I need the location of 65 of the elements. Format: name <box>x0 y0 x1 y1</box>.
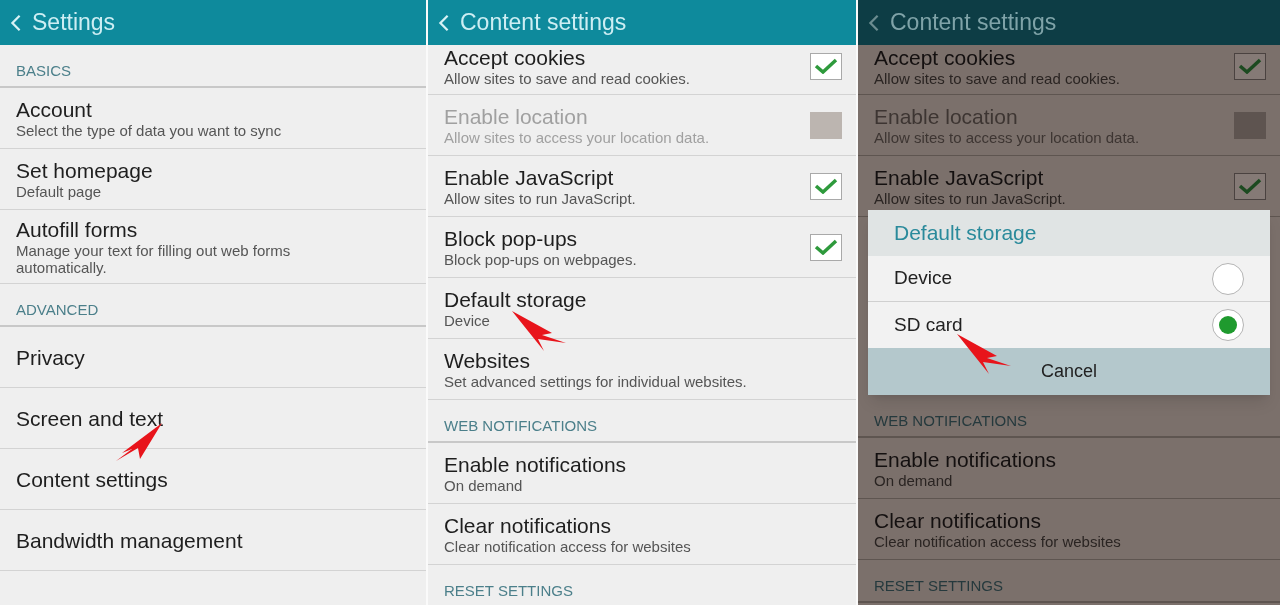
setting-title: Set homepage <box>16 158 153 183</box>
checkmark-icon <box>1238 178 1262 194</box>
setting-subtitle: Clear notification access for websites <box>874 533 1121 550</box>
setting-title: Account <box>16 97 93 122</box>
checkmark-icon <box>814 58 838 74</box>
checkbox[interactable] <box>810 233 842 261</box>
dialog-title: Default storage <box>868 210 1270 256</box>
setting-subtitle: Allow sites to access your location data. <box>874 129 1140 146</box>
setting-title: Enable notifications <box>444 452 627 477</box>
setting-title: Clear notifications <box>874 508 1042 533</box>
setting-title: Enable notifications <box>874 447 1057 472</box>
screen-title: Content settings <box>460 8 627 38</box>
setting-subtitle: On demand <box>444 477 524 494</box>
setting-subtitle: Default page <box>16 183 103 200</box>
setting-title: Privacy <box>16 344 85 370</box>
setting-title: Enable location <box>444 104 589 129</box>
checkbox[interactable] <box>1234 172 1266 200</box>
settings-row[interactable]: Block pop-ups Block pop-ups on webpages. <box>428 217 856 278</box>
section-header: WEB NOTIFICATIONS <box>874 412 1028 429</box>
section-header: RESET SETTINGS <box>874 577 1003 594</box>
screen-title: Settings <box>32 8 116 38</box>
cancel-button[interactable]: Cancel <box>868 348 1270 395</box>
setting-subtitle: Allow sites to save and read cookies. <box>874 70 1120 87</box>
setting-title: Enable location <box>874 104 1019 129</box>
settings-row[interactable]: Accept cookies Allow sites to save and read cookies. <box>428 45 856 95</box>
setting-subtitle: Clear notification access for websites <box>444 538 691 555</box>
setting-title: Accept cookies <box>874 45 1017 70</box>
back-icon[interactable] <box>868 13 880 32</box>
checkmark-icon <box>1238 58 1262 74</box>
section-header: WEB NOTIFICATIONS <box>444 417 598 434</box>
setting-title: Websites <box>444 348 531 373</box>
section-header: BASICS <box>16 62 72 79</box>
setting-subtitle: Manage your text for filling out web forms automatically. <box>16 242 292 276</box>
storage-option[interactable]: Device <box>868 256 1270 302</box>
settings-row[interactable]: Enable JavaScript Allow sites to run JavaScript. <box>428 156 856 217</box>
setting-title: Clear notifications <box>444 513 612 538</box>
setting-title: Content settings <box>16 466 168 492</box>
settings-row[interactable]: Accept cookies Allow sites to save and read cookies. <box>858 45 1280 95</box>
setting-title: Default storage <box>444 287 587 312</box>
setting-subtitle: Block pop-ups on webpages. <box>444 251 637 268</box>
checkbox[interactable] <box>810 172 842 200</box>
setting-title: Block pop-ups <box>444 226 579 251</box>
checkbox[interactable] <box>1234 52 1266 80</box>
setting-subtitle: Allow sites to access your location data. <box>444 129 710 146</box>
setting-subtitle: Select the type of data you want to sync <box>16 122 282 139</box>
setting-title: Accept cookies <box>444 45 587 70</box>
setting-subtitle: Set advanced settings for individual websites. <box>444 373 747 390</box>
checkmark-icon <box>814 178 838 194</box>
settings-row[interactable]: Enable notifications On demand <box>858 438 1280 499</box>
setting-subtitle: On demand <box>874 472 954 489</box>
checkbox[interactable] <box>810 52 842 80</box>
setting-subtitle: Allow sites to run JavaScript. <box>444 190 636 207</box>
setting-title: Enable JavaScript <box>444 165 615 190</box>
section-header: RESET SETTINGS <box>444 582 573 599</box>
setting-title: Enable JavaScript <box>874 165 1045 190</box>
setting-subtitle: Device <box>444 312 491 329</box>
setting-title: Autofill forms <box>16 217 139 242</box>
section-header: ADVANCED <box>16 301 99 318</box>
settings-row[interactable]: Clear notifications Clear notification access for websites <box>858 499 1280 560</box>
screen-title: Content settings <box>890 8 1057 38</box>
setting-subtitle: Allow sites to save and read cookies. <box>444 70 690 87</box>
setting-title: Bandwidth management <box>16 527 243 553</box>
checkmark-icon <box>814 239 838 255</box>
setting-subtitle: Allow sites to run JavaScript. <box>874 190 1066 207</box>
setting-title: Screen and text <box>16 405 164 431</box>
